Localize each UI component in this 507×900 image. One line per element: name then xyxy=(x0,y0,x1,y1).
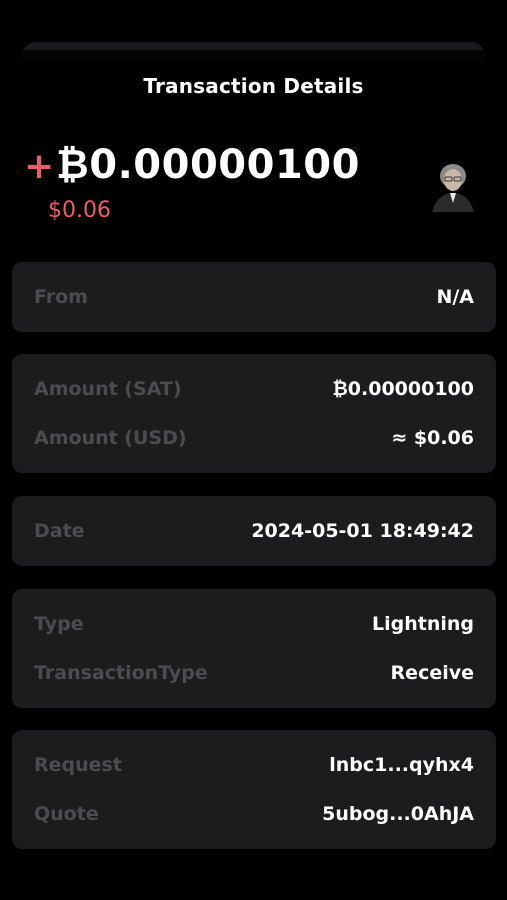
from-label: From xyxy=(34,286,88,308)
page-title: Transaction Details xyxy=(143,74,364,98)
request-value[interactable]: lnbc1...qyhx4 xyxy=(329,754,474,776)
amount-sat-value: ₿0.00000100 xyxy=(332,377,474,400)
from-value: N/A xyxy=(436,286,474,308)
date-row: Date 2024-05-01 18:49:42 xyxy=(34,516,474,546)
quote-label: Quote xyxy=(34,803,99,825)
fiat-amount: $0.06 xyxy=(48,198,111,223)
user-avatar-icon[interactable] xyxy=(428,158,478,212)
sheet-top-edge xyxy=(22,42,485,62)
amount-value: ₿0.00000100 xyxy=(56,142,360,188)
transaction-type-row: TransactionType Receive xyxy=(34,658,474,688)
from-row: From N/A xyxy=(34,282,474,312)
amount-usd-label: Amount (USD) xyxy=(34,427,187,449)
date-label: Date xyxy=(34,520,85,542)
date-value: 2024-05-01 18:49:42 xyxy=(251,520,474,542)
type-card: Type Lightning TransactionType Receive xyxy=(12,589,496,708)
quote-row[interactable]: Quote 5ubog...0AhJA xyxy=(34,799,474,829)
type-value: Lightning xyxy=(372,613,474,635)
from-card: From N/A xyxy=(12,262,496,332)
type-label: Type xyxy=(34,613,84,635)
amount-display: + ₿0.00000100 xyxy=(24,142,360,188)
amount-card: Amount (SAT) ₿0.00000100 Amount (USD) ≈ … xyxy=(12,354,496,473)
transaction-type-value: Receive xyxy=(390,662,474,684)
type-row: Type Lightning xyxy=(34,609,474,639)
date-card: Date 2024-05-01 18:49:42 xyxy=(12,496,496,566)
request-label: Request xyxy=(34,754,122,776)
request-row[interactable]: Request lnbc1...qyhx4 xyxy=(34,750,474,780)
amount-usd-value: ≈ $0.06 xyxy=(391,427,474,449)
amount-sat-row: Amount (SAT) ₿0.00000100 xyxy=(34,374,474,404)
quote-value[interactable]: 5ubog...0AhJA xyxy=(322,803,474,825)
transaction-type-label: TransactionType xyxy=(34,662,208,684)
amount-sign: + xyxy=(24,146,55,187)
transaction-details-screen: Transaction Details + ₿0.00000100 $0.06 … xyxy=(0,0,507,900)
amount-usd-row: Amount (USD) ≈ $0.06 xyxy=(34,423,474,453)
request-card: Request lnbc1...qyhx4 Quote 5ubog...0AhJ… xyxy=(12,730,496,849)
amount-sat-label: Amount (SAT) xyxy=(34,378,182,400)
